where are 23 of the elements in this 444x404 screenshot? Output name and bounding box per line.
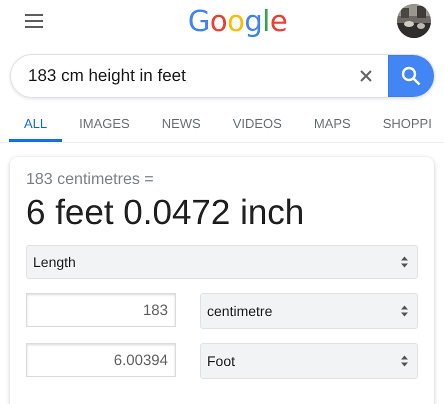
close-icon (359, 69, 373, 83)
search-icon (400, 65, 422, 87)
tab[interactable]: NEWS (146, 112, 216, 142)
tab[interactable]: ALL (9, 112, 62, 142)
updown-icon (400, 255, 409, 269)
tab[interactable]: IMAGES (64, 112, 145, 142)
tab[interactable]: VIDEOS (218, 112, 297, 142)
logo: Google (188, 4, 288, 38)
search-button[interactable] (388, 55, 434, 97)
tab[interactable]: SHOPPI (368, 112, 444, 142)
value-field[interactable]: 6.00394 (26, 343, 176, 377)
search-bar[interactable]: 183 cm height in feet (10, 54, 435, 98)
updown-icon (400, 304, 409, 318)
unit-select[interactable]: Foot (200, 343, 418, 379)
menu-icon[interactable] (24, 13, 44, 29)
unit-select[interactable]: centimetre (200, 293, 418, 329)
result-text: 6 feet 0.0472 inch (26, 193, 306, 233)
updown-icon (400, 354, 409, 368)
tab[interactable]: MAPS (298, 112, 366, 142)
search-field[interactable]: 183 cm height in feet (11, 55, 344, 97)
category-select[interactable]: Length (26, 245, 418, 279)
query-text: 183 centimetres = (26, 171, 155, 189)
value-field[interactable]: 183 (26, 293, 176, 327)
